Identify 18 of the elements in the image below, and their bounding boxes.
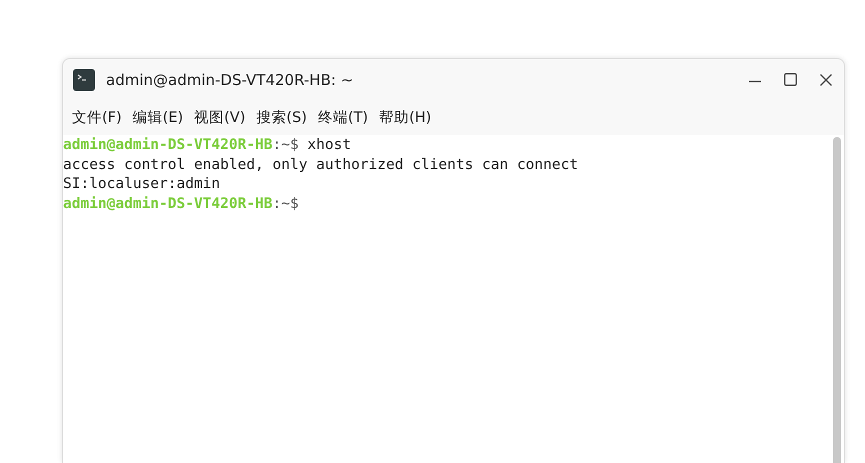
menu-item[interactable]: 编辑(E)	[132, 108, 184, 127]
prompt-path: :~$	[272, 137, 299, 153]
command-text: xhost	[307, 137, 352, 153]
maximize-icon[interactable]	[784, 73, 797, 86]
prompt-path: :~$	[272, 196, 299, 212]
menu-item[interactable]: 文件(F)	[71, 108, 123, 127]
menu-item[interactable]: 终端(T)	[316, 108, 370, 127]
output-line: access control enabled, only authorized clients can connect	[63, 156, 578, 172]
menu-item[interactable]: 帮助(H)	[378, 108, 432, 127]
terminal-icon	[73, 68, 95, 90]
menu-item[interactable]: 视图(V)	[193, 108, 246, 127]
menu-item[interactable]: 搜索(S)	[255, 108, 308, 127]
window-title: admin@admin-DS-VT420R-HB: ~	[106, 70, 354, 88]
output-line: SI:localuser:admin	[63, 176, 220, 192]
close-icon[interactable]	[820, 74, 832, 86]
prompt-host: admin@admin-DS-VT420R-HB	[63, 137, 273, 153]
prompt-host: admin@admin-DS-VT420R-HB	[63, 196, 273, 212]
scrollbar-thumb[interactable]	[833, 137, 841, 463]
